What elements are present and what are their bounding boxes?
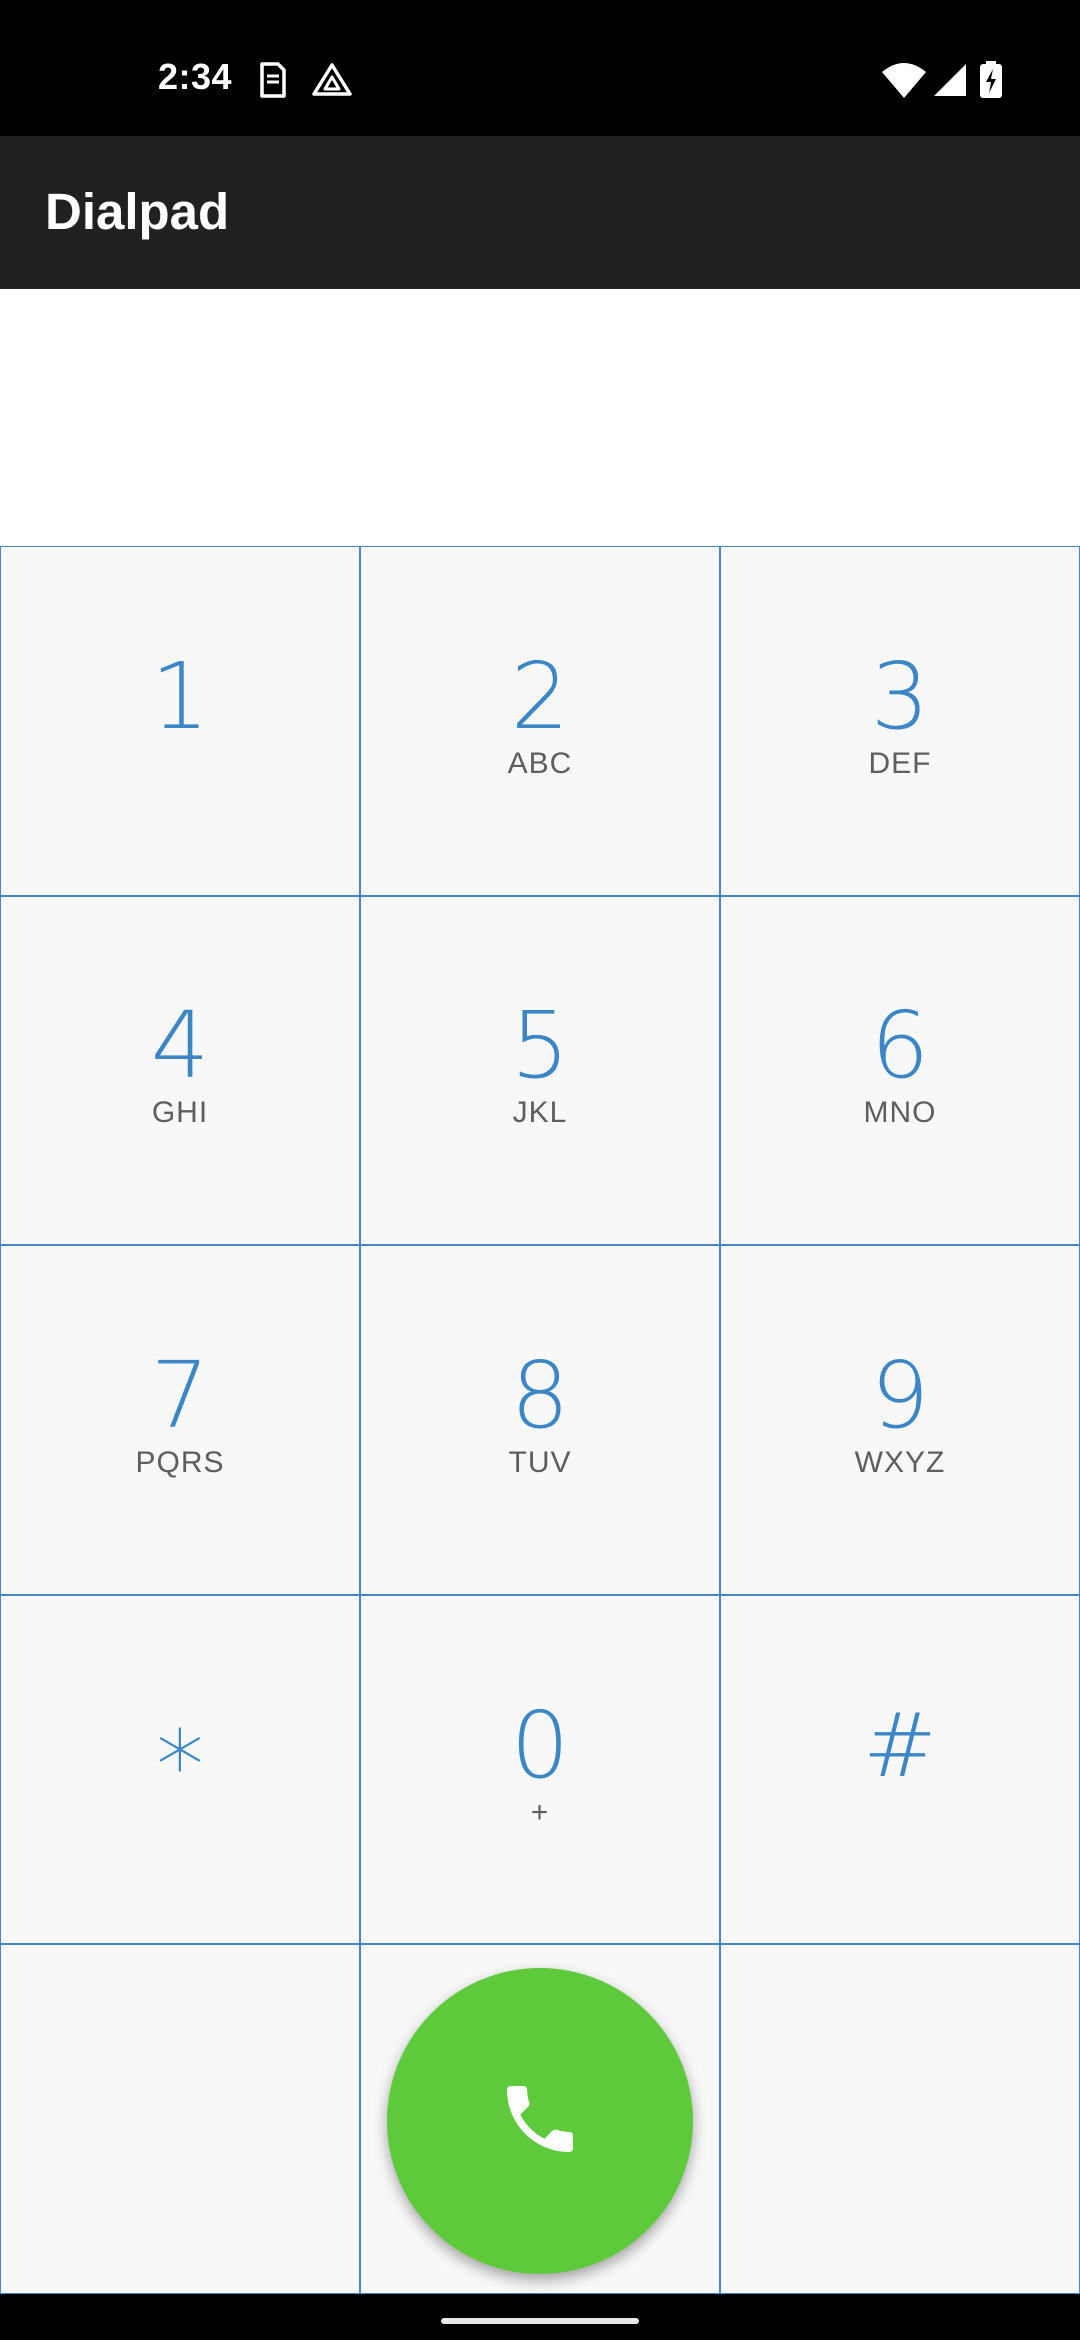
wifi-icon xyxy=(880,60,928,100)
app-title: Dialpad xyxy=(45,183,230,240)
number-display[interactable] xyxy=(0,289,1080,546)
sim-card-icon xyxy=(250,60,294,100)
key-empty-right xyxy=(720,1944,1080,2294)
key-digit: 9 xyxy=(870,1341,930,1449)
key-letters: + xyxy=(530,1795,550,1829)
battery-charging-icon xyxy=(978,60,1004,100)
app-bar: Dialpad xyxy=(0,136,1080,289)
key-empty-left xyxy=(0,1944,360,2294)
drive-icon xyxy=(310,60,354,100)
home-indicator[interactable] xyxy=(441,2318,639,2324)
dialpad-screen: 2:34 Dialpad 1 2 ABC 3 DEF 4 GHI 5 JKL 6… xyxy=(0,0,1080,2340)
key-letters: WXYZ xyxy=(854,1445,946,1479)
key-digit: 1 xyxy=(150,642,210,750)
key-6[interactable]: 6 MNO xyxy=(720,895,1080,1246)
key-9[interactable]: 9 WXYZ xyxy=(720,1245,1080,1595)
key-digit: * xyxy=(156,1709,204,1822)
key-digit: 8 xyxy=(510,1341,570,1449)
key-3[interactable]: 3 DEF xyxy=(720,546,1080,896)
key-8[interactable]: 8 TUV xyxy=(360,1245,720,1595)
key-7[interactable]: 7 PQRS xyxy=(0,1245,360,1595)
key-4[interactable]: 4 GHI xyxy=(0,895,360,1246)
key-digit: 2 xyxy=(510,642,570,750)
key-hash[interactable]: # xyxy=(720,1594,1080,1945)
key-letters: ABC xyxy=(507,746,573,780)
cellular-signal-icon xyxy=(930,60,970,100)
key-digit: 3 xyxy=(870,642,930,750)
key-digit: 0 xyxy=(510,1691,570,1799)
phone-icon xyxy=(496,2075,584,2168)
key-digit: 4 xyxy=(150,992,210,1100)
key-letters: TUV xyxy=(508,1445,572,1479)
key-letters: DEF xyxy=(868,746,932,780)
key-1[interactable]: 1 xyxy=(0,546,360,896)
key-star[interactable]: * xyxy=(0,1594,360,1945)
key-letters: JKL xyxy=(512,1096,568,1130)
key-digit: 5 xyxy=(510,992,570,1100)
status-time: 2:34 xyxy=(158,56,233,97)
call-button[interactable] xyxy=(387,1968,693,2274)
key-letters: MNO xyxy=(863,1096,937,1130)
key-letters: PQRS xyxy=(135,1445,225,1479)
key-digit: # xyxy=(863,1693,937,1797)
key-letters: GHI xyxy=(151,1096,209,1130)
key-2[interactable]: 2 ABC xyxy=(360,546,720,896)
key-digit: 7 xyxy=(150,1341,210,1449)
key-0[interactable]: 0 + xyxy=(360,1594,720,1945)
key-5[interactable]: 5 JKL xyxy=(360,895,720,1246)
status-bar: 2:34 xyxy=(0,0,1080,136)
navigation-bar xyxy=(0,2294,1080,2340)
key-digit: 6 xyxy=(870,992,930,1100)
